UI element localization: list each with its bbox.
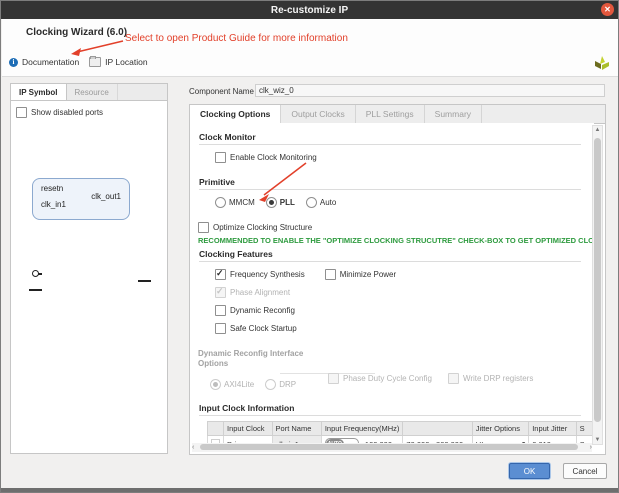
- scroll-up-icon[interactable]: ▲: [593, 127, 602, 133]
- minimize-power-label: Minimize Power: [340, 270, 396, 279]
- tab-ip-symbol[interactable]: IP Symbol: [11, 84, 67, 100]
- port-resetn: resetn: [41, 184, 63, 193]
- folder-icon: [89, 57, 101, 67]
- frequency-synthesis-label: Frequency Synthesis: [230, 270, 305, 279]
- left-panel-tabs: IP Symbol Resource: [11, 84, 167, 101]
- axi4lite-label: AXI4Lite: [224, 380, 254, 389]
- optimize-clocking-structure-label: Optimize Clocking Structure: [213, 223, 312, 232]
- close-icon[interactable]: ✕: [601, 3, 614, 16]
- tab-summary[interactable]: Summary: [425, 105, 482, 123]
- frequency-synthesis-checkbox[interactable]: [215, 269, 226, 280]
- auto-label: Auto: [320, 198, 336, 207]
- col-input-clock[interactable]: Input Clock: [224, 422, 273, 436]
- scroll-right-icon[interactable]: ›: [590, 443, 592, 452]
- clk-in1-stub: [29, 289, 42, 291]
- tab-output-clocks[interactable]: Output Clocks: [281, 105, 355, 123]
- write-drp-registers-checkbox: [448, 373, 459, 384]
- scroll-left-icon[interactable]: ‹: [192, 443, 194, 452]
- col-frequency-range[interactable]: [403, 422, 472, 436]
- xilinx-logo-icon: [593, 55, 611, 73]
- ip-symbol-block: resetn clk_in1 clk_out1: [32, 178, 130, 220]
- pll-radio[interactable]: [266, 197, 277, 208]
- phase-duty-cycle-config-checkbox: [328, 373, 339, 384]
- port-clk-out1: clk_out1: [91, 192, 121, 201]
- col-port-name[interactable]: Port Name: [272, 422, 321, 436]
- enable-clock-monitoring-label: Enable Clock Monitoring: [230, 153, 317, 162]
- col-source[interactable]: S: [576, 422, 593, 436]
- axi4lite-radio: [210, 379, 221, 390]
- minimize-power-checkbox[interactable]: [325, 269, 336, 280]
- dialog-header: Clocking Wizard (6.0) Select to open Pro…: [2, 19, 619, 77]
- safe-clock-startup-checkbox[interactable]: [215, 323, 226, 334]
- input-clock-table: Input Clock Port Name Input Frequency(MH…: [207, 421, 594, 445]
- phase-alignment-checkbox: [215, 287, 226, 298]
- main-tabs: Clocking Options Output Clocks PLL Setti…: [190, 105, 605, 124]
- ip-symbol-panel: IP Symbol Resource Show disabled ports: [10, 83, 168, 454]
- clocking-features-title: Clocking Features: [199, 249, 273, 259]
- documentation-link[interactable]: Documentation: [22, 57, 79, 67]
- info-icon: i: [9, 58, 18, 67]
- component-name-input[interactable]: [255, 84, 605, 97]
- auto-radio[interactable]: [306, 197, 317, 208]
- dynamic-reconfig-label: Dynamic Reconfig: [230, 306, 295, 315]
- dynamic-reconfig-options-title: Dynamic Reconfig Interface Options: [198, 349, 303, 369]
- options-tabbox: Clocking Options Output Clocks PLL Setti…: [189, 104, 606, 455]
- recommendation-text: RECOMMENDED TO ENABLE THE "OPTIMIZE CLOC…: [198, 236, 592, 245]
- mmcm-label: MMCM: [229, 198, 255, 207]
- pll-label: PLL: [280, 198, 295, 207]
- safe-clock-startup-label: Safe Clock Startup: [230, 324, 297, 333]
- tab-resource[interactable]: Resource: [67, 84, 118, 100]
- mmcm-radio[interactable]: [215, 197, 226, 208]
- show-disabled-ports-label: Show disabled ports: [31, 108, 103, 117]
- horizontal-scrollbar[interactable]: ‹ ›: [192, 443, 592, 452]
- title-bar[interactable]: Re-customize IP ✕: [1, 1, 618, 19]
- primitive-title: Primitive: [199, 177, 235, 187]
- ip-location-link[interactable]: IP Location: [105, 57, 147, 67]
- tab-clocking-options[interactable]: Clocking Options: [190, 105, 281, 123]
- drp-label: DRP: [279, 380, 296, 389]
- clocking-options-content: Clock Monitor Enable Clock Monitoring Pr…: [190, 123, 594, 445]
- table-header-row: Input Clock Port Name Input Frequency(MH…: [208, 422, 594, 436]
- annotation-text: Select to open Product Guide for more in…: [125, 33, 348, 44]
- col-jitter-options[interactable]: Jitter Options: [472, 422, 528, 436]
- vertical-scrollbar[interactable]: ▲ ▼: [592, 125, 603, 445]
- phase-alignment-label: Phase Alignment: [230, 288, 290, 297]
- col-input-jitter[interactable]: Input Jitter: [529, 422, 576, 436]
- show-disabled-ports-checkbox[interactable]: [16, 107, 27, 118]
- clock-monitor-title: Clock Monitor: [199, 132, 256, 142]
- dynamic-reconfig-checkbox[interactable]: [215, 305, 226, 316]
- window-title: Re-customize IP: [271, 5, 348, 16]
- input-clock-info-title: Input Clock Information: [199, 403, 294, 413]
- tab-pll-settings[interactable]: PLL Settings: [356, 105, 425, 123]
- drp-radio: [265, 379, 276, 390]
- dialog-footer: OK Cancel: [2, 455, 619, 488]
- horizontal-scroll-thumb[interactable]: [200, 444, 578, 450]
- vertical-scroll-thumb[interactable]: [594, 138, 601, 422]
- clk-out1-stub: [138, 280, 151, 282]
- col-input-frequency[interactable]: Input Frequency(MHz): [321, 422, 403, 436]
- cancel-button[interactable]: Cancel: [563, 463, 607, 479]
- enable-clock-monitoring-checkbox[interactable]: [215, 152, 226, 163]
- recustomize-ip-dialog: Re-customize IP ✕ Clocking Wizard (6.0) …: [0, 0, 619, 493]
- ok-button[interactable]: OK: [509, 463, 550, 479]
- component-name-label: Component Name: [189, 87, 254, 96]
- window-bottom-edge: [1, 488, 619, 493]
- phase-duty-cycle-config-label: Phase Duty Cycle Config: [343, 374, 432, 383]
- doc-link-row: i Documentation IP Location: [9, 57, 148, 67]
- resetn-stub: [38, 273, 42, 275]
- port-clk-in1: clk_in1: [41, 200, 66, 209]
- wizard-title: Clocking Wizard (6.0): [26, 27, 127, 38]
- scroll-down-icon[interactable]: ▼: [593, 437, 602, 443]
- write-drp-registers-label: Write DRP registers: [463, 374, 533, 383]
- optimize-clocking-structure-checkbox[interactable]: [198, 222, 209, 233]
